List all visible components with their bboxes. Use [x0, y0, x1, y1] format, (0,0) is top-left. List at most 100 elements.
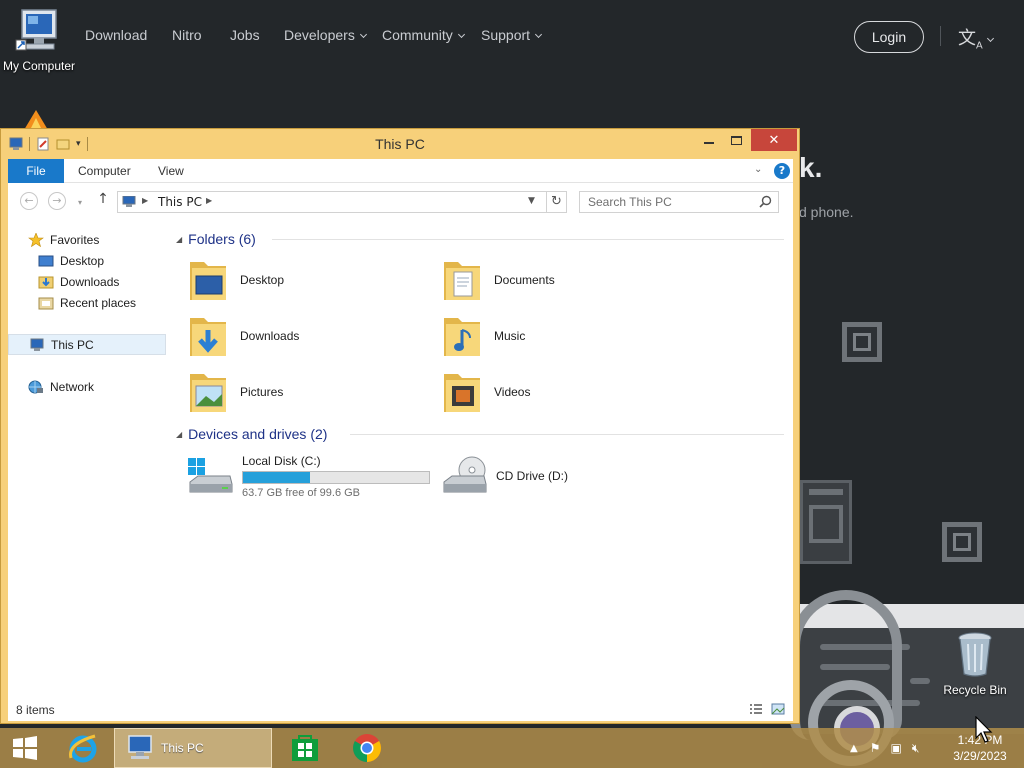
group-title: Folders (6) [188, 231, 256, 247]
recent-locations-icon[interactable]: ▾ [75, 195, 85, 213]
computer-icon [122, 196, 136, 207]
nav-network[interactable]: Network [8, 376, 166, 397]
nav-developers[interactable]: Developers [284, 27, 367, 43]
close-button[interactable]: ✕ [751, 129, 797, 151]
maximize-button[interactable] [721, 129, 751, 151]
network-icon [28, 380, 43, 393]
window-title: This PC [375, 136, 425, 152]
nav-label: Desktop [60, 253, 105, 268]
folder-pictures[interactable]: Pictures [186, 367, 426, 417]
back-button[interactable]: ← [20, 192, 38, 210]
internet-explorer-icon [69, 734, 97, 763]
nav-nitro[interactable]: Nitro [172, 27, 202, 43]
nav-support[interactable]: Support [481, 27, 543, 43]
nav-jobs[interactable]: Jobs [230, 27, 260, 43]
chevron-down-icon [359, 30, 367, 39]
refresh-icon[interactable]: ↻ [546, 192, 566, 212]
vlc-icon [24, 110, 48, 130]
maximize-icon [730, 135, 742, 145]
address-dropdown-icon[interactable]: ▼ [528, 196, 535, 206]
nav-desktop[interactable]: Desktop [8, 250, 166, 271]
folder-label: Desktop [240, 273, 285, 287]
network-status-icon[interactable]: ▣ [890, 741, 901, 755]
close-icon: ✕ [768, 132, 780, 148]
breadcrumb-this-pc[interactable]: This PC [158, 195, 202, 209]
folder-videos[interactable]: Videos [440, 367, 680, 417]
details-view-icon[interactable] [749, 703, 763, 715]
start-button[interactable] [0, 728, 50, 768]
search-box[interactable] [579, 191, 779, 213]
collapse-arrow-icon[interactable]: ◢ [176, 235, 182, 244]
drive-info: Local Disk (C:) 63.7 GB free of 99.6 GB [242, 454, 430, 499]
tab-view[interactable]: View [158, 159, 184, 183]
computer-icon [15, 9, 57, 51]
taskbar-explorer-this-pc[interactable]: This PC [114, 728, 272, 768]
nav-this-pc[interactable]: This PC [8, 334, 166, 355]
drive-local-disk-c[interactable]: Local Disk (C:) 63.7 GB free of 99.6 GB [186, 451, 430, 501]
login-button[interactable]: Login [854, 21, 924, 53]
nav-support-label: Support [481, 27, 531, 43]
devices-group-header[interactable]: ◢ Devices and drives (2) [176, 424, 327, 444]
title-bar[interactable]: ▾ This PC ✕ [1, 129, 799, 159]
downloads-icon [38, 276, 54, 288]
content-pane: ◢ Folders (6) Desktop Documents Download… [166, 219, 793, 689]
tab-file[interactable]: File [8, 159, 64, 183]
decorative-panel [800, 480, 852, 564]
chevron-down-icon [535, 30, 543, 39]
website-nav: Download Nitro Jobs Developers Community… [0, 0, 1024, 72]
explorer-window[interactable]: ▾ This PC ✕ File Computer View ⌄ ? ← → ▾… [0, 128, 800, 724]
folder-downloads[interactable]: Downloads [186, 311, 426, 361]
collapse-arrow-icon[interactable]: ◢ [176, 430, 182, 439]
up-arrow-icon[interactable]: ↑ [96, 191, 110, 209]
folders-group-header[interactable]: ◢ Folders (6) [176, 229, 256, 249]
drive-info: CD Drive (D:) [496, 469, 568, 483]
nav-recent-places[interactable]: Recent places [8, 292, 166, 313]
nav-download[interactable]: Download [85, 27, 147, 43]
nav-label: This PC [51, 337, 94, 352]
desktop-icon-my-computer[interactable]: My Computer [0, 8, 78, 73]
nav-downloads[interactable]: Downloads [8, 271, 166, 292]
folder-label: Documents [494, 273, 555, 287]
breadcrumb-arrow-icon[interactable]: ▶ [206, 196, 212, 205]
search-icon[interactable] [759, 195, 772, 208]
nav-label: Recent places [60, 295, 137, 310]
large-icons-view-icon[interactable] [771, 703, 785, 715]
folder-videos-icon [444, 374, 480, 412]
expand-ribbon-icon[interactable]: ⌄ [754, 164, 762, 175]
mouse-cursor-icon [975, 716, 993, 743]
hard-drive-icon [188, 458, 233, 493]
forward-button[interactable]: → [48, 192, 66, 210]
store-button[interactable] [282, 728, 328, 768]
action-center-alert-icon[interactable]: ⚑ [870, 741, 881, 755]
internet-explorer-button[interactable] [58, 728, 108, 768]
search-input[interactable] [580, 192, 750, 212]
chevron-down-icon [457, 30, 465, 39]
folder-music[interactable]: Music [440, 311, 680, 361]
volume-muted-icon[interactable]: 🔇︎ [912, 741, 920, 756]
computer-icon [30, 338, 44, 351]
nav-label: Downloads [60, 274, 120, 289]
chrome-button[interactable] [344, 728, 390, 768]
recent-places-icon [38, 297, 54, 309]
nav-community[interactable]: Community [382, 27, 465, 43]
drive-name: Local Disk (C:) [242, 453, 321, 468]
drive-cd-d[interactable]: CD Drive (D:) [440, 451, 568, 501]
folder-label: Music [494, 329, 526, 343]
language-selector[interactable]: 文A [958, 24, 994, 52]
folder-documents[interactable]: Documents [440, 255, 680, 305]
address-bar[interactable]: ▶ This PC ▶ ▼ ↻ [117, 191, 567, 213]
ribbon: File Computer View ⌄ ? [8, 159, 793, 183]
desktop-icon-recycle-bin[interactable]: Recycle Bin [940, 630, 1010, 697]
breadcrumb-arrow-icon[interactable]: ▶ [142, 196, 148, 205]
desktop-icon [38, 255, 54, 266]
tab-computer[interactable]: Computer [78, 159, 131, 183]
folder-desktop[interactable]: Desktop [186, 255, 426, 305]
folder-desktop-icon [190, 262, 226, 300]
help-icon[interactable]: ? [774, 163, 790, 179]
nav-favorites[interactable]: Favorites [8, 229, 166, 250]
cd-drive-icon [443, 456, 487, 493]
computer-icon [128, 735, 152, 759]
show-hidden-icons-icon[interactable]: ▲ [850, 743, 858, 754]
group-title: Devices and drives (2) [188, 426, 328, 442]
group-divider [350, 434, 784, 435]
